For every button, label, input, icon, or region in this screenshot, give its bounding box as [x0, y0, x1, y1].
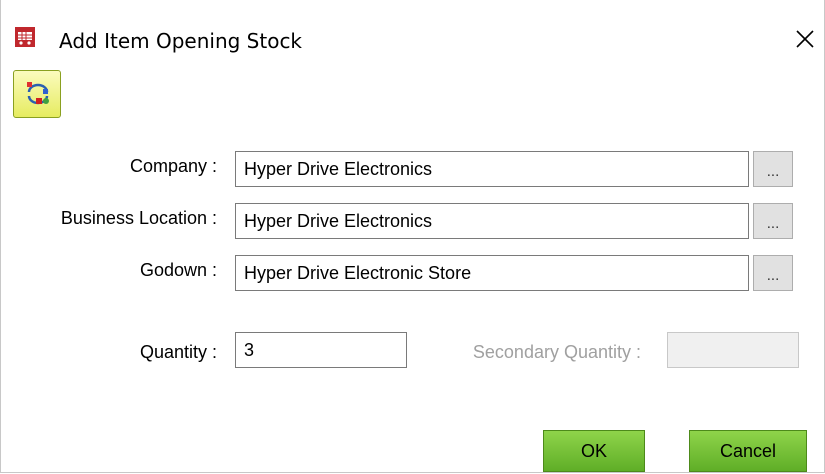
secondary-quantity-label: Secondary Quantity : — [472, 342, 641, 362]
shopping-cart-icon — [15, 27, 35, 47]
close-icon[interactable] — [793, 27, 819, 53]
company-label: Company : — [129, 156, 217, 176]
company-browse-button[interactable]: ... — [753, 151, 793, 187]
ok-button[interactable]: OK — [543, 430, 645, 472]
refresh-button[interactable] — [13, 70, 61, 118]
godown-browse-button[interactable]: ... — [753, 255, 793, 291]
business-location-field[interactable]: Hyper Drive Electronics — [235, 203, 749, 239]
business-location-label: Business Location : — [60, 208, 217, 228]
quantity-input[interactable]: 3 — [235, 332, 407, 368]
godown-field[interactable]: Hyper Drive Electronic Store — [235, 255, 749, 291]
company-field[interactable]: Hyper Drive Electronics — [235, 151, 749, 187]
secondary-quantity-input — [667, 332, 799, 368]
godown-label: Godown : — [139, 260, 217, 280]
window-title: Add Item Opening Stock — [59, 29, 303, 53]
quantity-label: Quantity : — [139, 342, 217, 362]
add-item-opening-stock-dialog: Add Item Opening Stock Company : Hyper D… — [0, 0, 825, 473]
title-bar: Add Item Opening Stock — [1, 0, 824, 53]
refresh-sync-icon — [27, 82, 49, 105]
business-location-browse-button[interactable]: ... — [753, 203, 793, 239]
cancel-button[interactable]: Cancel — [689, 430, 807, 472]
